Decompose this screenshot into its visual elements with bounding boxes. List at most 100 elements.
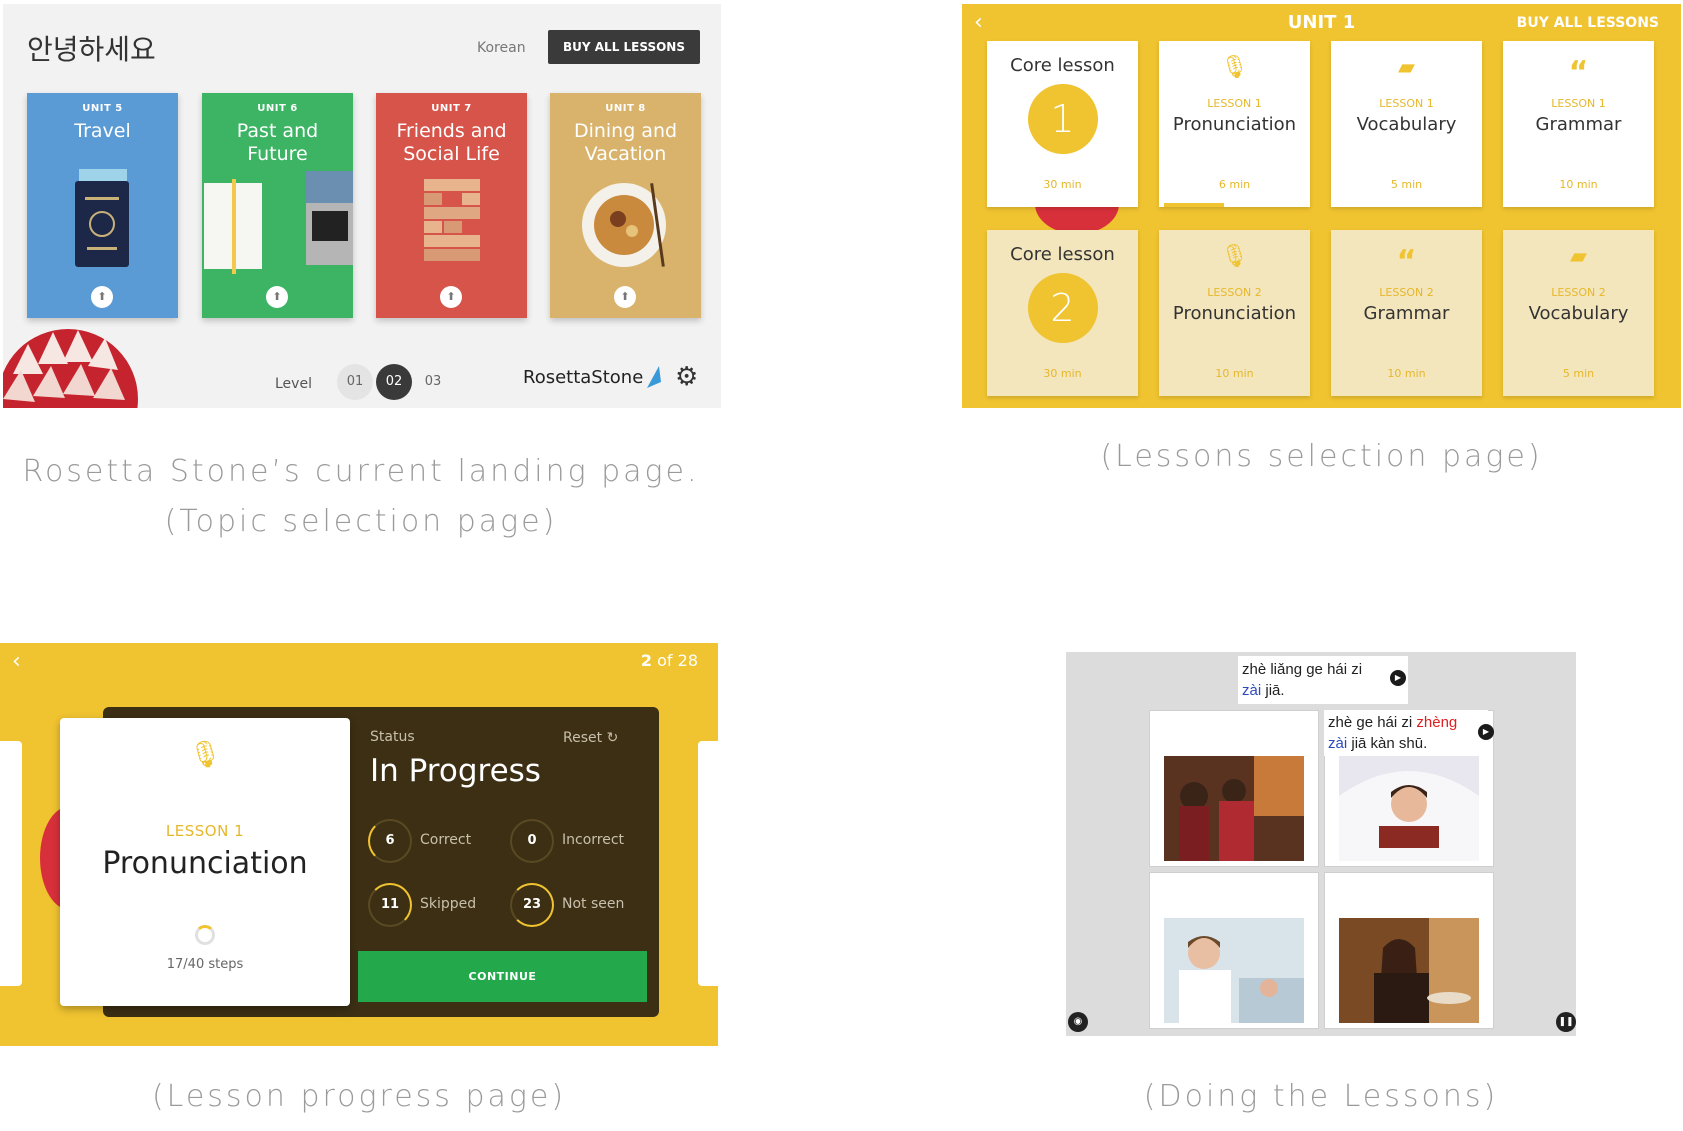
sentence-line-1: zhè ge hái zi zhèng (1328, 712, 1484, 733)
pause-icon[interactable]: ❚❚ (1556, 1012, 1576, 1032)
reset-button[interactable]: Reset ↻ (563, 730, 618, 746)
lesson-2-grammar-card[interactable]: “ LESSON 2 Grammar 10 min (1331, 230, 1482, 396)
unit-card-travel[interactable]: UNIT 5 Travel ⬆ (27, 93, 178, 318)
status-label: Status (370, 729, 415, 745)
not-seen-count-ring: 23 (510, 883, 554, 927)
microphone-icon: 🎙 (1220, 55, 1249, 80)
book-icon: ▰ (1398, 55, 1415, 80)
back-chevron-icon[interactable]: ‹ (12, 649, 21, 674)
lesson-duration: 30 min (1043, 367, 1082, 380)
download-icon[interactable]: ⬆ (440, 286, 462, 308)
lesson-duration: 5 min (1390, 178, 1423, 191)
sentence-red-word: zhèng (1416, 714, 1458, 731)
sentence-line-2: zài jiā kàn shū. (1328, 733, 1484, 754)
lessons-selection-screenshot: ‹ UNIT 1 BUY ALL LESSONS Core lesson 1 3… (962, 4, 1681, 408)
answer-tile-4[interactable] (1324, 872, 1494, 1029)
reset-icon: ↻ (606, 730, 619, 746)
incorrect-label: Incorrect (562, 832, 625, 848)
incorrect-count-ring: 0 (510, 819, 554, 863)
gear-icon[interactable]: ⚙ (675, 362, 698, 392)
correct-count-ring: 6 (368, 819, 412, 863)
passport-image (75, 169, 129, 267)
skipped-label: Skipped (420, 896, 477, 912)
total-lessons: of 28 (652, 651, 698, 670)
rosetta-stone-logo: RosettaStone (523, 367, 644, 388)
lesson-1-vocabulary-card[interactable]: ▰ LESSON 1 Vocabulary 5 min (1331, 41, 1482, 207)
core-lesson-number: 1 (1027, 84, 1098, 154)
unit-card-dining-and-vacation[interactable]: UNIT 8 Dining and Vacation ⬆ (550, 93, 701, 318)
buy-all-lessons-link[interactable]: BUY ALL LESSONS (1517, 15, 1659, 31)
answer-tile-3[interactable] (1149, 872, 1319, 1029)
play-audio-icon[interactable]: ▶ (1478, 724, 1494, 740)
sentence-blue-word: zài (1328, 735, 1348, 752)
lesson-number: LESSON 1 (1207, 97, 1262, 110)
quote-icon: “ (1568, 55, 1589, 90)
photo-child-reading (1339, 756, 1479, 861)
language-label[interactable]: Korean (477, 40, 526, 56)
prompt-line-1: zhè liǎng ge hái zi (1242, 661, 1363, 678)
lesson-number: LESSON 1 (1551, 97, 1606, 110)
current-lesson-number: 2 (640, 651, 653, 670)
buy-all-lessons-button[interactable]: BUY ALL LESSONS (548, 30, 700, 64)
prompt-text-box: zhè liǎng ge hái zi zài jiā. (1238, 656, 1408, 704)
caption-landing-line2: (Topic selection page) (164, 504, 558, 539)
lesson-2-pronunciation-card[interactable]: 🎙 LESSON 2 Pronunciation 10 min (1159, 230, 1310, 396)
lesson-duration: 10 min (1559, 178, 1598, 191)
sentence-rest: jiā kàn shū. (1347, 735, 1428, 752)
unit-title: Friends and Social Life (396, 120, 507, 165)
unit-label: UNIT 7 (431, 103, 472, 114)
download-icon[interactable]: ⬆ (614, 286, 636, 308)
steps-progress: 17/40 steps (166, 957, 244, 972)
download-icon[interactable]: ⬆ (266, 286, 288, 308)
next-card-edge[interactable] (698, 741, 718, 986)
lesson-name: Grammar (1363, 303, 1450, 324)
sentence-part-1: zhè ge hái zi (1328, 714, 1417, 731)
lesson-name: Pronunciation (102, 846, 308, 881)
lesson-progress-screenshot: ‹ 2 of 28 🎙 LESSON 1 Pronunciation 17/40… (0, 643, 718, 1046)
answer-tile-1[interactable] (1149, 710, 1319, 867)
core-lesson-2-card[interactable]: Core lesson 2 30 min (987, 230, 1138, 396)
level-02-button[interactable]: 02 (376, 364, 412, 400)
continue-button[interactable]: CONTINUE (358, 951, 647, 1002)
reset-label: Reset (563, 730, 603, 746)
unit-card-past-and-future[interactable]: UNIT 6 Past and Future ⬆ (202, 93, 353, 318)
lesson-number: LESSON 2 (1551, 286, 1606, 299)
unit-card-friends-and-social-life[interactable]: UNIT 7 Friends and Social Life ⬆ (376, 93, 527, 318)
caption-landing-line1: Rosetta Stone’s current landing page. (22, 454, 700, 489)
lesson-2-vocabulary-card[interactable]: ▰ LESSON 2 Vocabulary 5 min (1503, 230, 1654, 396)
unit-label: UNIT 5 (82, 103, 123, 114)
skipped-count-ring: 11 (368, 883, 412, 927)
lesson-counter: 2 of 28 (641, 651, 698, 670)
lesson-name: Vocabulary (1356, 114, 1457, 135)
lesson-1-grammar-card[interactable]: “ LESSON 1 Grammar 10 min (1503, 41, 1654, 207)
noodle-plate-image (582, 183, 666, 267)
lesson-name: Vocabulary (1528, 303, 1629, 324)
core-lesson-title: Core lesson (1010, 244, 1115, 265)
eye-icon[interactable]: ◉ (1068, 1012, 1088, 1032)
lesson-number: LESSON 1 (1379, 97, 1434, 110)
jenga-tower-image (424, 179, 480, 261)
core-lesson-number: 2 (1027, 273, 1098, 343)
lesson-progress-bar (1164, 203, 1224, 207)
prompt-line-2: zài jiā. (1242, 680, 1404, 701)
previous-card-edge[interactable] (0, 741, 22, 986)
core-lesson-1-card[interactable]: Core lesson 1 30 min (987, 41, 1138, 207)
protea-flower-image (3, 329, 138, 408)
level-label: Level (275, 376, 312, 392)
lesson-name: Grammar (1535, 114, 1622, 135)
microphone-icon: 🎙 (188, 740, 222, 770)
photo-doctor-with-patient (1164, 918, 1304, 1023)
microphone-icon: 🎙 (1220, 244, 1249, 269)
landing-page-screenshot: 안녕하세요 Korean BUY ALL LESSONS UNIT 5 Trav… (3, 4, 721, 408)
correct-label: Correct (420, 832, 472, 848)
lesson-number: LESSON 2 (1379, 286, 1434, 299)
photo-woman-reading-in-cafe (1339, 918, 1479, 1023)
not-seen-label: Not seen (562, 896, 625, 912)
level-01-button[interactable]: 01 (337, 364, 373, 400)
lesson-1-pronunciation-card[interactable]: 🎙 LESSON 1 Pronunciation 6 min (1159, 41, 1310, 207)
play-audio-icon[interactable]: ▶ (1390, 670, 1406, 686)
unit-title: Travel (74, 120, 131, 142)
lesson-card[interactable]: 🎙 LESSON 1 Pronunciation 17/40 steps (60, 718, 350, 1006)
lesson-duration: 5 min (1562, 367, 1595, 380)
level-03-button[interactable]: 03 (415, 364, 451, 400)
